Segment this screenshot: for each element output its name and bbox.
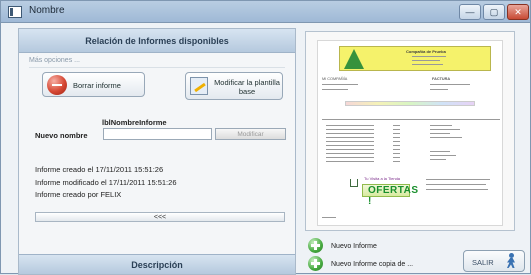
store-offers-ad: Tu Visita a la Tienda OFERTAS ! bbox=[347, 174, 418, 207]
description-header[interactable]: Descripción bbox=[19, 254, 295, 274]
add-icon bbox=[308, 238, 323, 253]
company-name: Compañía de Prueba bbox=[406, 49, 446, 54]
exit-person-icon bbox=[504, 253, 519, 269]
panel-header[interactable]: Relación de Informes disponibles bbox=[19, 29, 295, 53]
divider bbox=[29, 67, 285, 68]
add-copy-icon bbox=[308, 256, 323, 271]
modify-template-label-1: Modificar la plantilla bbox=[214, 78, 280, 87]
exit-button[interactable]: SALIR bbox=[463, 250, 525, 272]
modify-template-button[interactable]: Modificar la plantilla base bbox=[185, 72, 283, 100]
new-report-label: Nuevo Informe bbox=[331, 243, 377, 250]
ad-title: Tu Visita a la Tienda bbox=[364, 176, 401, 181]
maximize-button[interactable]: ▢ bbox=[483, 4, 505, 20]
ad-offers: OFERTAS ! bbox=[368, 185, 419, 207]
document-header: Compañía de Prueba bbox=[339, 46, 491, 71]
app-window: Nombre — ▢ ✕ Relación de Informes dispon… bbox=[0, 0, 531, 275]
minimize-button[interactable]: — bbox=[459, 4, 481, 20]
title-bar: Nombre — ▢ ✕ bbox=[1, 1, 530, 23]
report-name-label: lblNombreInforme bbox=[102, 118, 167, 127]
window-icon bbox=[8, 6, 22, 18]
new-report-copy-label: Nuevo Informe copia de ... bbox=[331, 261, 414, 268]
delete-label: Borrar informe bbox=[73, 81, 121, 90]
report-panel: Relación de Informes disponibles Más opc… bbox=[18, 28, 296, 275]
exit-label: SALIR bbox=[472, 258, 494, 267]
new-name-label: Nuevo nombre bbox=[35, 131, 88, 140]
window-title: Nombre bbox=[29, 5, 65, 16]
color-band bbox=[345, 101, 475, 106]
triangle-logo-icon bbox=[344, 49, 364, 69]
invoice-title: FACTURA bbox=[432, 77, 451, 81]
client-name: MI COMPAÑÍA bbox=[322, 77, 348, 81]
more-options-label[interactable]: Más opciones ... bbox=[29, 57, 80, 64]
edit-icon bbox=[190, 77, 208, 95]
new-name-input[interactable] bbox=[103, 128, 212, 140]
modify-name-button[interactable]: Modificar bbox=[215, 128, 286, 140]
author-info: Informe creado por FELIX bbox=[35, 190, 122, 199]
modify-template-label-2: base bbox=[238, 87, 256, 96]
close-button[interactable]: ✕ bbox=[507, 4, 529, 20]
collapse-button[interactable]: <<< bbox=[35, 212, 285, 222]
delete-report-button[interactable]: Borrar informe bbox=[42, 72, 145, 97]
report-thumbnail[interactable]: Compañía de Prueba MI COMPAÑÍA FACTURA T… bbox=[317, 40, 503, 226]
modified-info: Informe modificado el 17/11/2011 15:51:2… bbox=[35, 178, 177, 187]
created-info: Informe creado el 17/11/2011 15:51:26 bbox=[35, 165, 164, 174]
minus-icon bbox=[47, 75, 67, 95]
shopping-cart-icon bbox=[350, 179, 358, 187]
